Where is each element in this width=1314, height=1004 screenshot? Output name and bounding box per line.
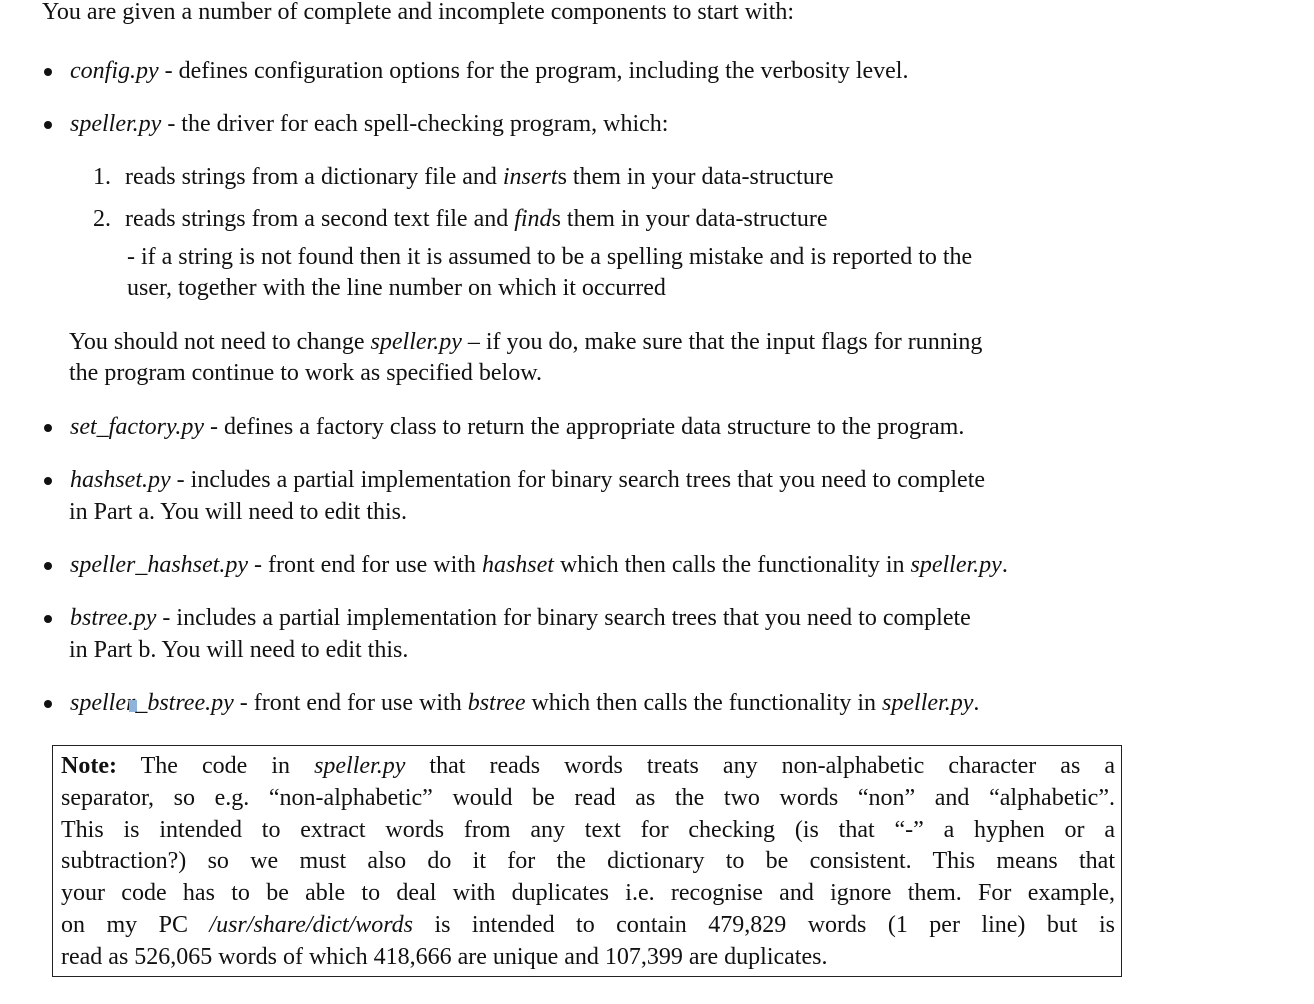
module-name: hashset <box>481 552 554 578</box>
speller-paragraph-line-1: You should not need to change speller.py… <box>69 327 982 357</box>
file-name-part: _bstree.py <box>135 690 234 716</box>
note-line-6: on my PC /usr/share/dict/words is intend… <box>61 910 1115 940</box>
file-name: speller.py <box>70 111 162 137</box>
bullet-icon <box>44 68 52 76</box>
note-line-4: subtraction?) so we must also do it for … <box>61 848 1115 874</box>
step-emphasis: insert <box>502 164 558 190</box>
note-line-7: read as 526,065 words of which 418,666 a… <box>61 944 828 970</box>
intro-text: You are given a number of complete and i… <box>42 0 795 25</box>
sub-note-line-1: - if a string is not found then it is as… <box>127 244 973 270</box>
speller-paragraph-line-2: the program continue to work as specifie… <box>69 360 542 386</box>
note-line-2: separator, so e.g. “non-alphabetic” woul… <box>61 785 1115 811</box>
step-text: reads strings from a second text file an… <box>125 206 515 232</box>
note-line-3: This is intended to extract words from a… <box>61 817 1115 843</box>
item-desc: . <box>1001 552 1008 578</box>
bullet-icon <box>44 615 52 623</box>
item-bstree: bstree.py - includes a partial implement… <box>70 603 971 633</box>
step-emphasis: find <box>514 206 552 232</box>
sub-note-line-2: user, together with the line number on w… <box>127 275 666 301</box>
item-bstree-line-2: in Part b. You will need to edit this. <box>69 637 409 663</box>
item-desc: - front end for use with <box>233 690 468 716</box>
document-page: You are given a number of complete and i… <box>0 0 1314 1004</box>
item-desc: - front end for use with <box>247 552 482 578</box>
file-name: speller_hashset.py <box>70 552 248 578</box>
file-name: speller.py <box>314 753 406 779</box>
file-name: bstree.py <box>70 605 157 631</box>
step-1: 1. reads strings from a dictionary file … <box>93 162 833 192</box>
note-text: The code in <box>116 753 315 779</box>
item-desc: - defines a factory class to return the … <box>203 414 965 440</box>
file-name: speller.py <box>370 329 462 355</box>
item-speller-bstree: speller_bstree.py - front end for use wi… <box>70 688 979 718</box>
item-speller-hashset: speller_hashset.py - front end for use w… <box>70 550 1008 580</box>
step-number: 2. <box>93 206 111 232</box>
item-desc: which then calls the functionality in <box>553 552 911 578</box>
bullet-icon <box>44 562 52 570</box>
step-text: reads strings from a dictionary file and <box>125 164 503 190</box>
item-desc: - includes a partial implementation for … <box>156 605 971 631</box>
bullet-icon <box>44 121 52 129</box>
bullet-icon <box>44 424 52 432</box>
item-desc: - the driver for each spell-checking pro… <box>161 111 669 137</box>
file-name: config.py <box>70 58 159 84</box>
module-name: bstree <box>467 690 526 716</box>
bullet-icon <box>44 477 52 485</box>
file-name: speller.py <box>910 552 1002 578</box>
item-desc: which then calls the functionality in <box>525 690 883 716</box>
note-line-1: Note: The code in speller.py that reads … <box>61 751 1115 781</box>
item-desc: - defines configuration options for the … <box>158 58 909 84</box>
file-name: speller.py <box>882 690 974 716</box>
bullet-icon <box>44 700 52 708</box>
note-label: Note: <box>61 753 117 779</box>
file-path: /usr/share/dict/words <box>209 912 413 938</box>
para-text: – if you do, make sure that the input fl… <box>461 329 983 355</box>
note-text: is intended to contain 479,829 words (1 … <box>413 912 1115 938</box>
note-box: Note: The code in speller.py that reads … <box>52 745 1122 977</box>
file-name: hashset.py <box>70 467 171 493</box>
note-line-5: your code has to be able to deal with du… <box>61 880 1115 906</box>
item-hashset-line-2: in Part a. You will need to edit this. <box>69 499 407 525</box>
item-desc: - includes a partial implementation for … <box>170 467 986 493</box>
file-name: set_factory.py <box>70 414 204 440</box>
item-desc: . <box>973 690 980 716</box>
step-number: 1. <box>93 164 111 190</box>
item-hashset: hashset.py - includes a partial implemen… <box>70 465 985 495</box>
step-text: s them in your data-structure <box>557 164 834 190</box>
file-name-part: speller <box>70 690 136 716</box>
step-text: s them in your data-structure <box>551 206 828 232</box>
note-text: on my PC <box>61 912 210 938</box>
para-text: You should not need to change <box>69 329 371 355</box>
note-text: that reads words treats any non-alphabet… <box>405 753 1115 779</box>
step-2: 2. reads strings from a second text file… <box>93 204 827 234</box>
item-set-factory: set_factory.py - defines a factory class… <box>70 412 964 442</box>
item-speller: speller.py - the driver for each spell-c… <box>70 109 668 139</box>
item-config: config.py - defines configuration option… <box>70 56 908 86</box>
